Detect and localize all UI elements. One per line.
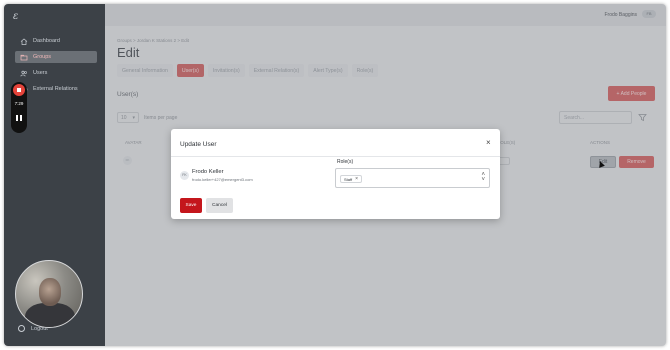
app-window: ε Dashboard Groups Users External Relati… <box>4 4 666 346</box>
avatar: FK <box>180 171 189 180</box>
remove-chip-icon[interactable]: × <box>355 176 358 182</box>
webcam-person <box>25 303 75 327</box>
recording-time: 7:29 <box>14 101 24 106</box>
sidebar-item-label: Groups <box>33 54 52 60</box>
chevron-updown-icon[interactable]: ˄ ˅ <box>481 172 485 183</box>
role-chip-staff: Staff × <box>340 175 363 183</box>
webcam-bubble <box>15 260 83 328</box>
webcam-person-head <box>39 278 61 306</box>
logout-icon <box>18 325 25 332</box>
roles-label: Role(s) <box>337 159 354 165</box>
update-user-dialog: Update User × FK Frodo Keller frodo.kell… <box>171 129 500 219</box>
divider <box>171 156 500 157</box>
folder-icon <box>20 54 28 60</box>
sidebar-nav: Dashboard Groups Users External Relation… <box>15 35 97 99</box>
save-button[interactable]: Save <box>180 198 202 213</box>
pause-icon[interactable] <box>16 115 22 121</box>
sidebar-item-dashboard[interactable]: Dashboard <box>15 35 97 47</box>
sidebar-item-users[interactable]: Users <box>15 67 97 79</box>
close-icon[interactable]: × <box>486 139 491 147</box>
sidebar-item-label: Dashboard <box>33 38 60 44</box>
role-chip-label: Staff <box>344 176 353 182</box>
sidebar-item-label: Users <box>33 70 48 76</box>
sidebar-item-external-relations[interactable]: External Relations <box>15 83 97 95</box>
sidebar-item-groups[interactable]: Groups <box>15 51 97 63</box>
sidebar-item-label: External Relations <box>33 86 78 92</box>
users-icon <box>20 70 27 76</box>
cancel-button[interactable]: Cancel <box>206 198 233 213</box>
stop-recording-button[interactable] <box>13 84 25 96</box>
user-name: Frodo Keller <box>192 169 224 175</box>
dialog-title: Update User <box>180 141 217 148</box>
roles-multiselect[interactable]: Staff × ˄ ˅ <box>335 168 490 188</box>
screen-recorder-widget: 7:29 <box>11 82 27 133</box>
home-icon <box>20 38 28 45</box>
app-logo: ε <box>13 11 19 22</box>
user-email: frodo.keller+427@emergent3.com <box>192 177 253 182</box>
